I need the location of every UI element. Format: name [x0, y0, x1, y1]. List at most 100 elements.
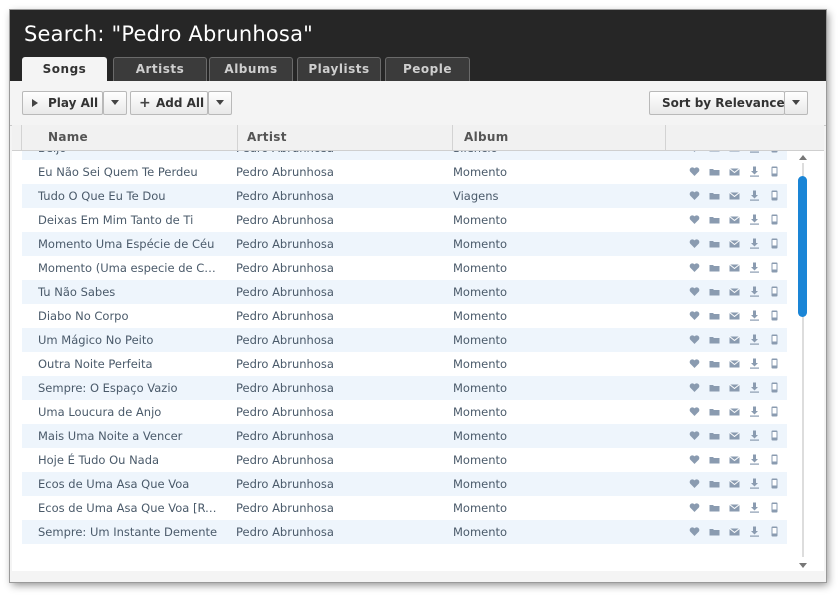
phone-icon[interactable] [769, 406, 780, 417]
mail-icon[interactable] [729, 502, 740, 513]
phone-icon[interactable] [769, 502, 780, 513]
table-row[interactable]: Uma Loucura de Anjo Pedro Abrunhosa Moment… [22, 400, 787, 424]
heart-icon[interactable] [689, 358, 700, 369]
column-album[interactable]: Album [464, 125, 509, 150]
heart-icon[interactable] [689, 454, 700, 465]
folder-icon[interactable] [709, 286, 720, 297]
song-name-cell[interactable]: Diabo No Corpo [38, 304, 220, 328]
song-name-cell[interactable]: Momento Uma Espécie de Céu [38, 232, 220, 256]
song-name-cell[interactable]: Hoje É Tudo Ou Nada [38, 448, 220, 472]
phone-icon[interactable] [769, 358, 780, 369]
download-icon[interactable] [749, 478, 760, 489]
play-all-button[interactable]: Play All [22, 91, 103, 115]
folder-icon[interactable] [709, 502, 720, 513]
mail-icon[interactable] [729, 334, 740, 345]
folder-icon[interactable] [709, 166, 720, 177]
heart-icon[interactable] [689, 151, 700, 153]
folder-icon[interactable] [709, 382, 720, 393]
scroll-down-icon[interactable] [799, 563, 807, 568]
table-row[interactable]: Momento (Uma especie de Céu) Pedro Abrunh… [22, 256, 787, 280]
table-row[interactable]: Tudo O Que Eu Te Dou Pedro Abrunhosa Viage… [22, 184, 787, 208]
heart-icon[interactable] [689, 286, 700, 297]
folder-icon[interactable] [709, 406, 720, 417]
mail-icon[interactable] [729, 454, 740, 465]
phone-icon[interactable] [769, 334, 780, 345]
column-name[interactable]: Name [48, 125, 88, 150]
song-name-cell[interactable]: Tu Não Sabes [38, 280, 220, 304]
mail-icon[interactable] [729, 214, 740, 225]
phone-icon[interactable] [769, 286, 780, 297]
scroll-thumb[interactable] [798, 176, 807, 317]
heart-icon[interactable] [689, 382, 700, 393]
folder-icon[interactable] [709, 430, 720, 441]
scroll-up-icon[interactable] [799, 155, 807, 160]
mail-icon[interactable] [729, 190, 740, 201]
folder-icon[interactable] [709, 214, 720, 225]
table-row[interactable]: Sempre: Um Instante Demente Pedro Abrunho… [22, 520, 787, 544]
heart-icon[interactable] [689, 430, 700, 441]
phone-icon[interactable] [769, 190, 780, 201]
heart-icon[interactable] [689, 502, 700, 513]
download-icon[interactable] [749, 190, 760, 201]
download-icon[interactable] [749, 334, 760, 345]
table-row[interactable]: Beijo Pedro Abrunhosa Silencio [22, 151, 787, 160]
add-all-button[interactable]: + Add All [130, 91, 208, 115]
heart-icon[interactable] [689, 310, 700, 321]
song-name-cell[interactable]: Mais Uma Noite a Vencer [38, 424, 220, 448]
mail-icon[interactable] [729, 286, 740, 297]
mail-icon[interactable] [729, 526, 740, 537]
table-row[interactable]: Ecos de Uma Asa Que Voa Pedro Abrunhosa Mo… [22, 472, 787, 496]
phone-icon[interactable] [769, 478, 780, 489]
mail-icon[interactable] [729, 358, 740, 369]
download-icon[interactable] [749, 430, 760, 441]
heart-icon[interactable] [689, 526, 700, 537]
song-name-cell[interactable]: Eu Não Sei Quem Te Perdeu [38, 160, 220, 184]
folder-icon[interactable] [709, 262, 720, 273]
download-icon[interactable] [749, 151, 760, 153]
table-row[interactable]: Deixas Em Mim Tanto de Ti Pedro Abrunhosa… [22, 208, 787, 232]
phone-icon[interactable] [769, 526, 780, 537]
table-row[interactable]: Momento Uma Espécie de Céu Pedro Abrunhos… [22, 232, 787, 256]
mail-icon[interactable] [729, 406, 740, 417]
heart-icon[interactable] [689, 334, 700, 345]
table-row[interactable]: Sempre: O Espaço Vazio Pedro Abrunhosa Mom… [22, 376, 787, 400]
table-row[interactable]: Mais Uma Noite a Vencer Pedro Abrunhosa Mo… [22, 424, 787, 448]
folder-icon[interactable] [709, 454, 720, 465]
download-icon[interactable] [749, 214, 760, 225]
song-list[interactable]: BeijoPedro AbrunhosaSilencioEu Não Sei Q… [12, 151, 824, 571]
tab-people[interactable]: People [385, 57, 470, 81]
phone-icon[interactable] [769, 262, 780, 273]
mail-icon[interactable] [729, 166, 740, 177]
song-name-cell[interactable]: Tudo O Que Eu Te Dou [38, 184, 220, 208]
folder-icon[interactable] [709, 334, 720, 345]
download-icon[interactable] [749, 406, 760, 417]
download-icon[interactable] [749, 358, 760, 369]
song-name-cell[interactable]: Ecos de Uma Asa Que Voa [38, 472, 220, 496]
table-row[interactable]: Hoje É Tudo Ou Nada Pedro Abrunhosa Moment… [22, 448, 787, 472]
table-row[interactable]: Eu Não Sei Quem Te Perdeu Pedro Abrunhosa… [22, 160, 787, 184]
folder-icon[interactable] [709, 151, 720, 153]
sort-select[interactable]: Sort by Relevance [649, 91, 785, 115]
column-divider[interactable] [237, 125, 238, 150]
heart-icon[interactable] [689, 262, 700, 273]
tab-artists[interactable]: Artists [113, 57, 207, 81]
column-divider[interactable] [665, 125, 666, 150]
download-icon[interactable] [749, 238, 760, 249]
table-row[interactable]: Diabo No Corpo Pedro Abrunhosa Momento [22, 304, 787, 328]
download-icon[interactable] [749, 262, 760, 273]
sort-dropdown-button[interactable] [784, 91, 808, 115]
phone-icon[interactable] [769, 382, 780, 393]
heart-icon[interactable] [689, 214, 700, 225]
mail-icon[interactable] [729, 151, 740, 153]
song-name-cell[interactable]: Outra Noite Perfeita [38, 352, 220, 376]
download-icon[interactable] [749, 382, 760, 393]
table-row[interactable]: Um Mágico No Peito Pedro Abrunhosa Momento [22, 328, 787, 352]
song-name-cell[interactable]: Sempre: O Espaço Vazio [38, 376, 220, 400]
song-name-cell[interactable]: Um Mágico No Peito [38, 328, 220, 352]
mail-icon[interactable] [729, 430, 740, 441]
folder-icon[interactable] [709, 310, 720, 321]
folder-icon[interactable] [709, 238, 720, 249]
mail-icon[interactable] [729, 382, 740, 393]
tab-albums[interactable]: Albums [209, 57, 293, 81]
download-icon[interactable] [749, 502, 760, 513]
